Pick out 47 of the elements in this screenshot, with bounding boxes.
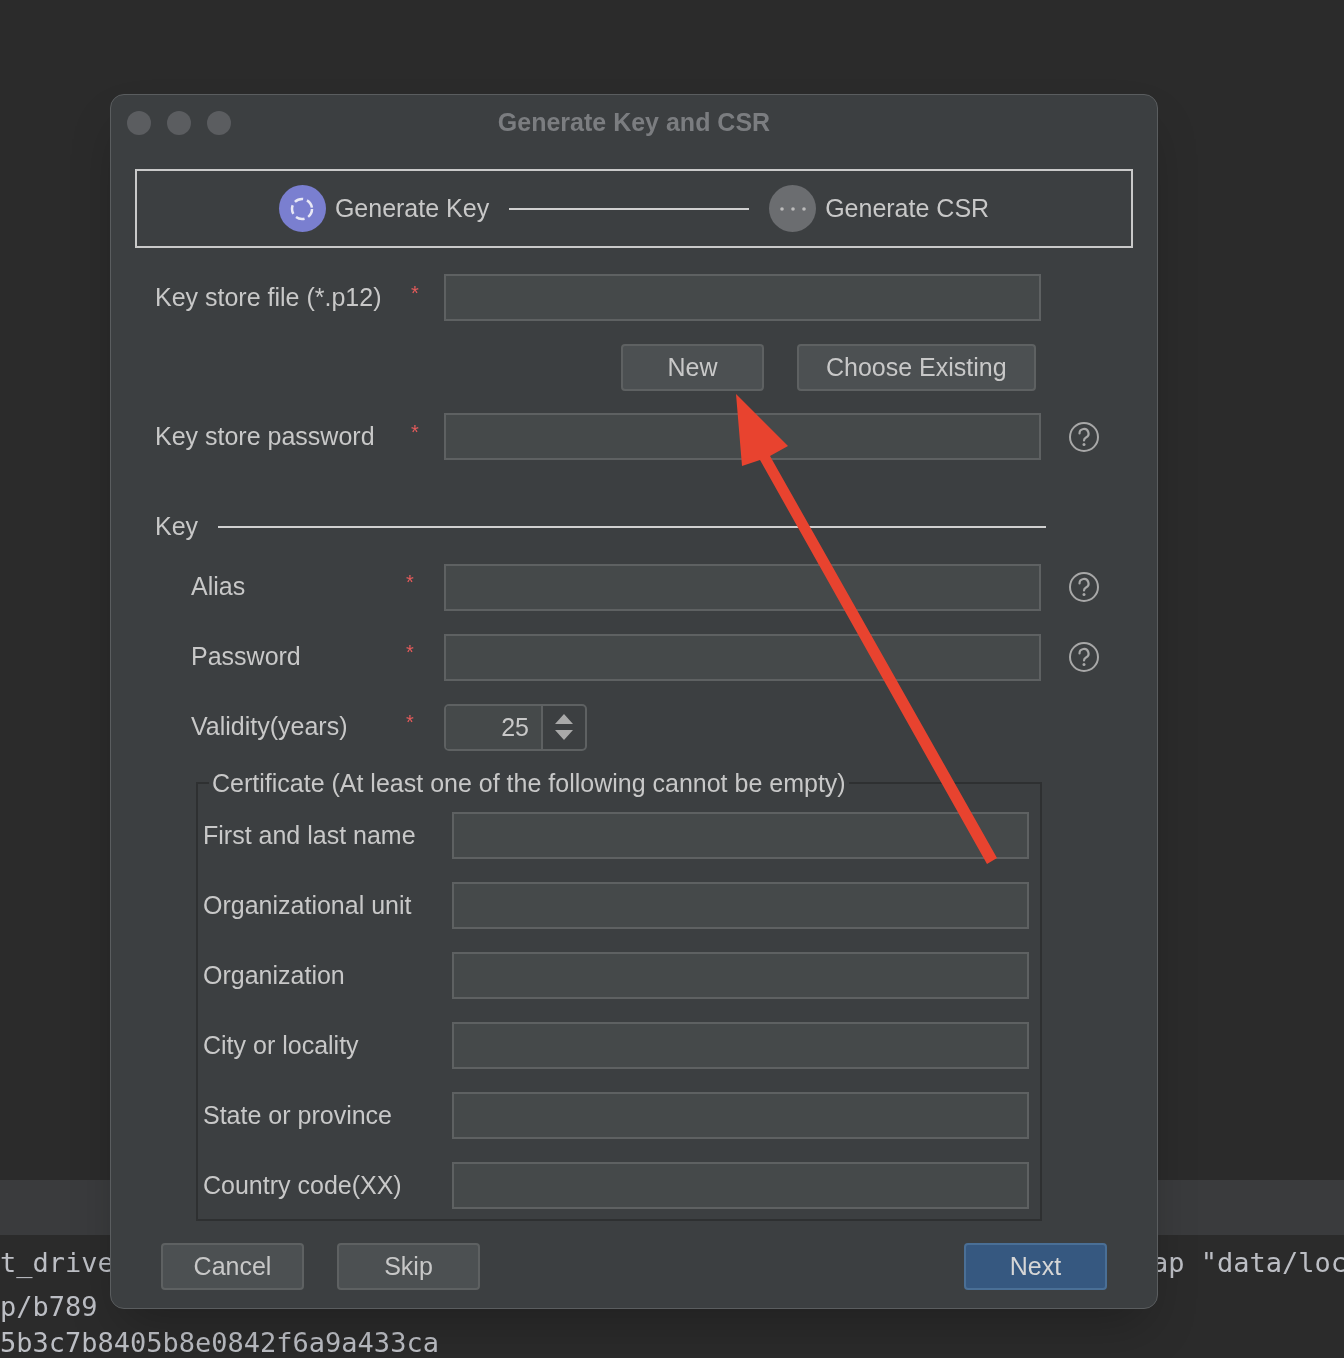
text-field[interactable]	[452, 1162, 1029, 1209]
field-label: Key store file (*.p12)	[155, 281, 383, 313]
password-field[interactable]	[444, 413, 1041, 460]
field-label: Organization	[203, 959, 346, 991]
help-icon[interactable]	[1068, 420, 1100, 453]
field-label: City or locality	[203, 1029, 360, 1061]
console-text: t_drive	[0, 1249, 114, 1277]
step-label: Generate Key	[334, 192, 490, 224]
field-label: Organizational unit	[203, 889, 413, 921]
required-mark: *	[406, 710, 414, 735]
text-field[interactable]	[452, 1022, 1029, 1069]
keystore-button[interactable]: New	[621, 344, 764, 391]
required-mark: *	[411, 280, 419, 306]
help-icon[interactable]	[1068, 641, 1100, 673]
section-title: Key	[155, 511, 199, 542]
step-label: Generate CSR	[825, 192, 990, 224]
primary-button[interactable]: Next	[964, 1243, 1107, 1290]
text-field[interactable]	[452, 882, 1029, 929]
window-control[interactable]	[207, 111, 231, 135]
password-field[interactable]	[444, 633, 1041, 681]
field-label: State or province	[203, 1099, 393, 1131]
console-text: p/b789	[0, 1293, 98, 1321]
text-field[interactable]	[444, 563, 1041, 611]
text-field[interactable]	[452, 812, 1029, 859]
field-label: Key store password	[155, 420, 376, 452]
window-title: Generate Key and CSR	[497, 106, 771, 138]
window-control[interactable]	[167, 111, 191, 135]
help-icon[interactable]	[1068, 571, 1100, 603]
required-mark: *	[406, 570, 414, 595]
required-mark: *	[406, 640, 414, 665]
required-mark: *	[411, 419, 419, 445]
dialog-button[interactable]: Skip	[337, 1243, 480, 1290]
dialog-button[interactable]: Cancel	[161, 1243, 304, 1290]
window-control[interactable]	[127, 111, 151, 135]
field-label: Password	[191, 641, 302, 673]
field-label: Country code(XX)	[203, 1169, 403, 1201]
text-field[interactable]	[452, 1092, 1029, 1139]
spinner-value: 25	[446, 705, 543, 749]
text-field[interactable]	[444, 274, 1041, 321]
field-label: Alias	[191, 571, 247, 603]
group-legend: Certificate (At least one of the following cannot be empty)	[209, 764, 849, 802]
console-text: 5b3c7b8405b8e0842f6a9a433ca	[0, 1329, 439, 1357]
keystore-button[interactable]: Choose Existing	[797, 344, 1036, 391]
number-spinner[interactable]: 25	[444, 703, 587, 751]
text-field[interactable]	[452, 952, 1029, 999]
field-label: Validity(years)	[191, 711, 349, 743]
field-label: First and last name	[203, 819, 417, 851]
